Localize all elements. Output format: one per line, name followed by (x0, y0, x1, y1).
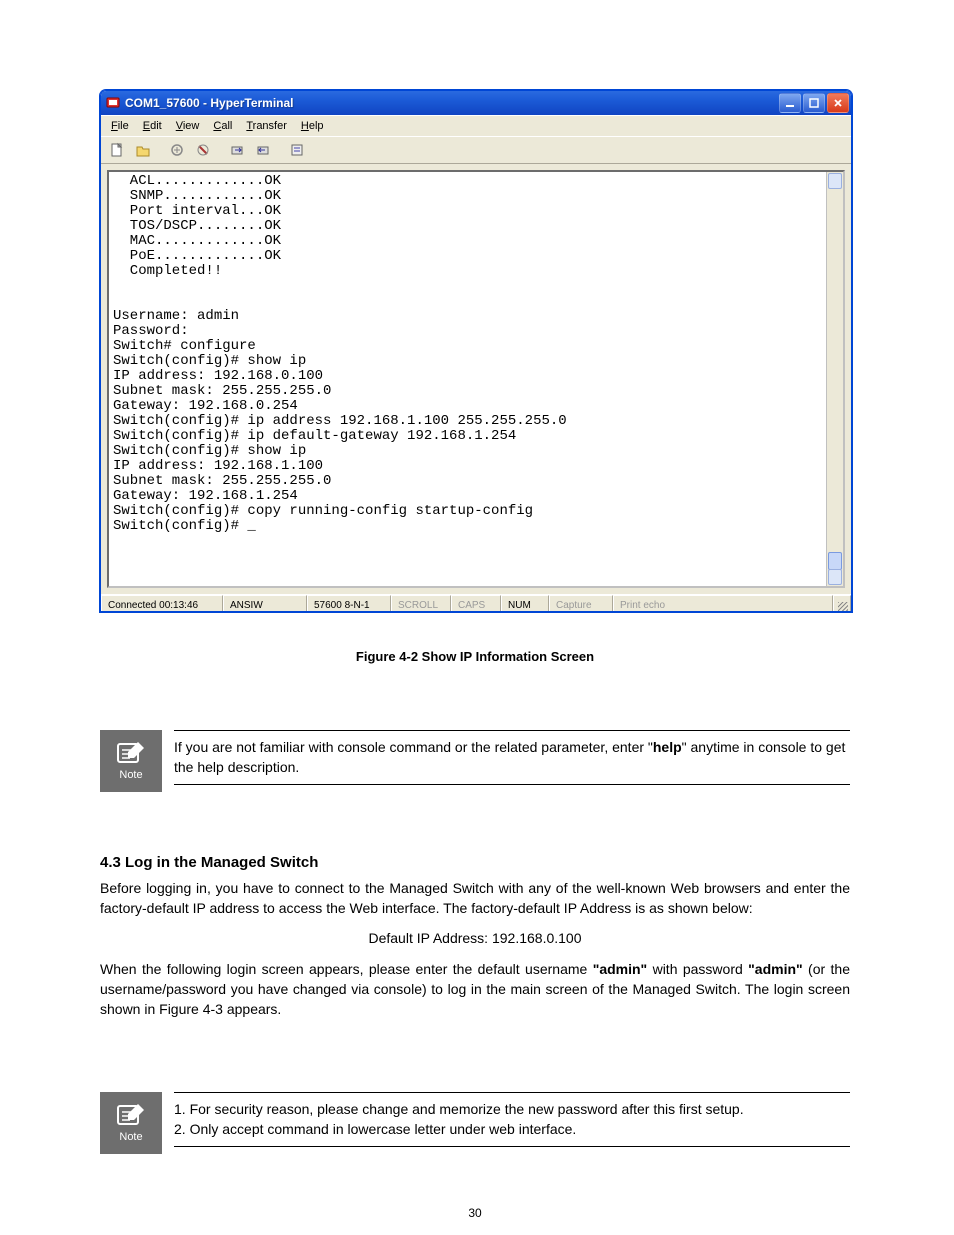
maximize-button[interactable] (803, 93, 825, 113)
toolbar (101, 136, 851, 164)
note-1-text: If you are not familiar with console com… (174, 737, 850, 778)
minimize-button[interactable] (779, 93, 801, 113)
scroll-down-icon[interactable] (828, 569, 842, 585)
connect-icon[interactable] (165, 138, 189, 162)
status-bar: Connected 00:13:46 ANSIW 57600 8-N-1 SCR… (101, 594, 851, 612)
app-icon (105, 95, 121, 111)
note-label: Note (119, 768, 142, 784)
status-scroll: SCROLL (391, 595, 451, 612)
note-icon: Note (100, 730, 162, 792)
open-icon[interactable] (131, 138, 155, 162)
note-2-line-2: 2. Only accept command in lowercase lett… (174, 1119, 850, 1139)
login-paragraph-1: Before logging in, you have to connect t… (100, 878, 850, 919)
window-title: COM1_57600 - HyperTerminal (125, 96, 779, 110)
status-settings: 57600 8-N-1 (307, 595, 391, 612)
status-caps: CAPS (451, 595, 501, 612)
note-block-2: Note 1. For security reason, please chan… (100, 1092, 850, 1154)
menu-help[interactable]: Help (295, 118, 330, 134)
status-printecho: Print echo (613, 595, 833, 612)
status-capture: Capture (549, 595, 613, 612)
status-num: NUM (501, 595, 549, 612)
figure-caption: Figure 4-2 Show IP Information Screen (100, 648, 850, 667)
title-bar[interactable]: COM1_57600 - HyperTerminal (101, 91, 851, 115)
menu-transfer[interactable]: Transfer (240, 118, 293, 134)
note-icon: Note (100, 1092, 162, 1154)
scroll-up-icon[interactable] (828, 173, 842, 189)
status-connected: Connected 00:13:46 (101, 595, 223, 612)
menu-edit[interactable]: Edit (137, 118, 168, 134)
terminal-output[interactable]: ACL.............OK SNMP............OK Po… (107, 170, 845, 588)
menu-file[interactable]: File (105, 118, 135, 134)
page-number: 30 (100, 1205, 850, 1222)
terminal-text: ACL.............OK SNMP............OK Po… (113, 174, 825, 584)
terminal-scrollbar[interactable] (826, 172, 843, 586)
menu-call[interactable]: Call (207, 118, 238, 134)
menu-bar: File Edit View Call Transfer Help (101, 115, 851, 136)
scroll-thumb[interactable] (828, 552, 842, 570)
receive-icon[interactable] (251, 138, 275, 162)
resize-grip-icon[interactable] (833, 595, 851, 612)
status-emulation: ANSIW (223, 595, 307, 612)
hyperterminal-window: COM1_57600 - HyperTerminal File Edit Vie… (100, 90, 850, 610)
note-2-line-1: 1. For security reason, please change an… (174, 1099, 850, 1119)
default-ip-line: Default IP Address: 192.168.0.100 (100, 928, 850, 948)
login-paragraph-2: When the following login screen appears,… (100, 959, 850, 1020)
new-icon[interactable] (105, 138, 129, 162)
properties-icon[interactable] (285, 138, 309, 162)
send-icon[interactable] (225, 138, 249, 162)
close-button[interactable] (827, 93, 849, 113)
client-area: ACL.............OK SNMP............OK Po… (101, 164, 851, 594)
note-label: Note (119, 1130, 142, 1146)
menu-view[interactable]: View (170, 118, 206, 134)
section-heading: 4.3 Log in the Managed Switch (100, 852, 850, 874)
disconnect-icon[interactable] (191, 138, 215, 162)
note-block-1: Note If you are not familiar with consol… (100, 730, 850, 792)
